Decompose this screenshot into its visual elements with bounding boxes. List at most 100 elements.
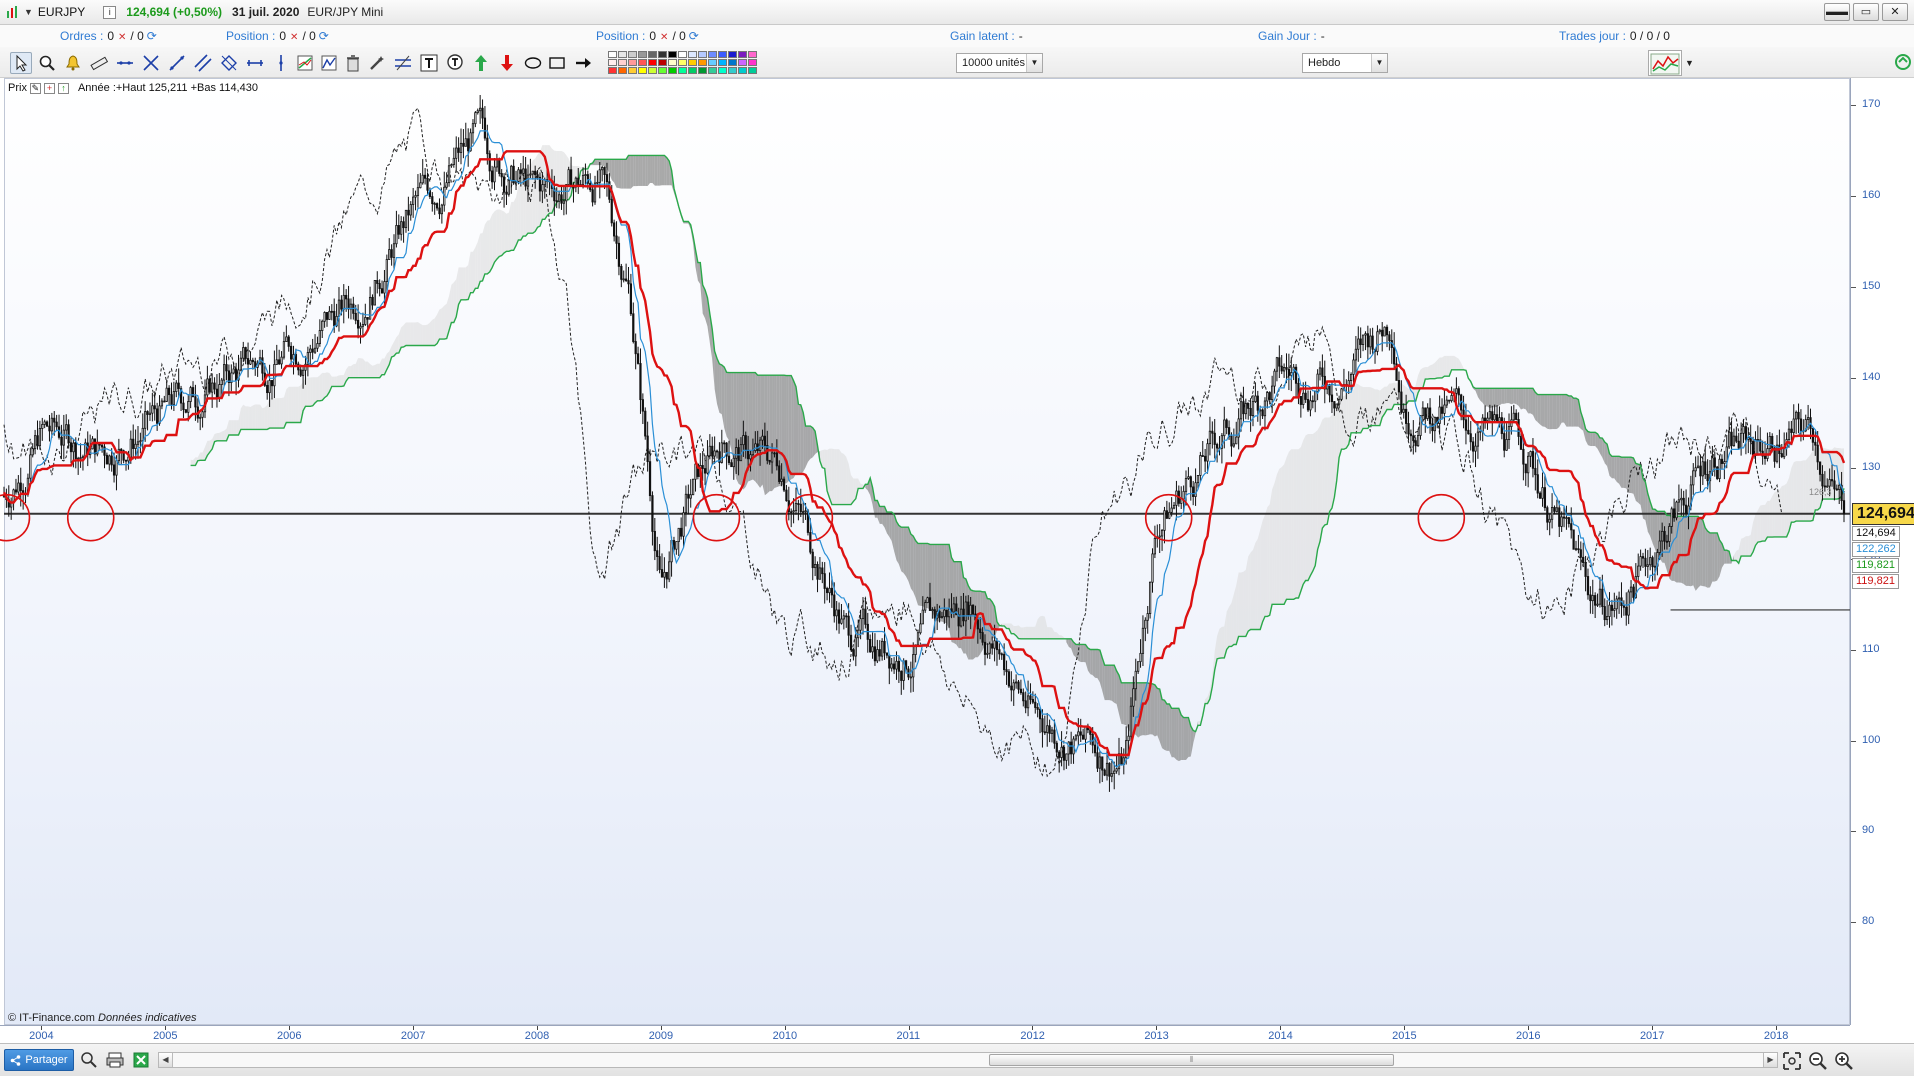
cloud-segment bbox=[769, 375, 773, 492]
candle-body bbox=[1158, 535, 1161, 538]
legend-indicator-icon[interactable]: ↑ bbox=[57, 82, 69, 94]
candle-body bbox=[1096, 752, 1099, 769]
candle-body bbox=[167, 387, 171, 396]
cloud-segment bbox=[197, 452, 201, 461]
date-axis-tick-label: 2009 bbox=[648, 1030, 674, 1042]
candle-body bbox=[69, 442, 73, 453]
candle-body bbox=[1601, 588, 1604, 607]
support-touch-circle[interactable] bbox=[66, 493, 115, 542]
candle-body bbox=[1610, 604, 1614, 611]
price-chart[interactable] bbox=[0, 0, 1850, 1025]
share-button[interactable]: Partager bbox=[4, 1049, 74, 1071]
candle-body bbox=[187, 401, 190, 413]
fit-zoom-icon[interactable] bbox=[1782, 1051, 1802, 1071]
panel-toggle-icon[interactable] bbox=[1893, 52, 1913, 72]
cloud-segment bbox=[1217, 628, 1220, 659]
legend-price-label[interactable]: Prix bbox=[8, 82, 27, 94]
spreadsheet-icon[interactable] bbox=[132, 1051, 150, 1069]
cloud-segment bbox=[240, 404, 244, 430]
cloud-segment bbox=[1035, 619, 1038, 639]
candle-body bbox=[218, 384, 221, 398]
chart-horizontal-scrollbar[interactable]: ◀ ⦀ ▶ bbox=[158, 1052, 1778, 1068]
legend-settings-icon[interactable]: ✎ bbox=[29, 82, 41, 94]
candle-body bbox=[1768, 435, 1771, 450]
date-axis-tick-label: 2018 bbox=[1763, 1030, 1789, 1042]
cloud-segment bbox=[1528, 388, 1531, 414]
candle-body bbox=[1816, 444, 1819, 463]
candle-body bbox=[1445, 399, 1448, 406]
candle-body bbox=[1409, 433, 1413, 437]
window-maximize-button[interactable]: ▭ bbox=[1853, 3, 1879, 21]
cloud-segment bbox=[1360, 386, 1364, 433]
candle-body bbox=[656, 550, 659, 557]
legend-add-icon[interactable]: + bbox=[43, 82, 55, 94]
candle-body bbox=[1062, 746, 1066, 761]
cloud-segment bbox=[1028, 626, 1031, 639]
scroll-thumb[interactable]: ⦀ bbox=[989, 1054, 1394, 1066]
candle-body bbox=[1247, 403, 1250, 409]
cloud-segment bbox=[1272, 483, 1275, 605]
cloud-segment bbox=[1025, 626, 1029, 639]
candle-body bbox=[998, 649, 1001, 655]
candle-body bbox=[1261, 409, 1264, 417]
cloud-segment bbox=[1298, 447, 1301, 599]
cloud-segment bbox=[520, 180, 524, 240]
candle-body bbox=[507, 179, 510, 195]
candle-body bbox=[1637, 565, 1640, 577]
candle-body bbox=[1306, 399, 1310, 411]
candle-body bbox=[794, 503, 798, 512]
cloud-segment bbox=[1080, 644, 1084, 663]
candle-body bbox=[1713, 457, 1716, 468]
cloud-segment bbox=[918, 543, 921, 606]
cloud-segment bbox=[1796, 461, 1799, 522]
candle-body bbox=[1668, 526, 1671, 542]
cloud-segment bbox=[295, 386, 299, 423]
candle-body bbox=[744, 435, 747, 451]
cloud-segment bbox=[1446, 355, 1450, 377]
candle-body bbox=[615, 235, 618, 244]
cloud-segment bbox=[1755, 510, 1758, 546]
candle-body bbox=[703, 468, 707, 474]
magnifier-settings-icon[interactable] bbox=[80, 1051, 98, 1069]
candle-body bbox=[840, 618, 843, 624]
cloud-segment bbox=[1236, 572, 1239, 645]
candle-body bbox=[1299, 395, 1302, 405]
scroll-left-arrow-icon[interactable]: ◀ bbox=[159, 1053, 173, 1067]
indicator-price-tag: 119,821 bbox=[1852, 557, 1899, 573]
cloud-segment bbox=[1351, 390, 1354, 433]
zoom-in-icon[interactable] bbox=[1834, 1051, 1854, 1071]
candle-body bbox=[962, 608, 965, 622]
candle-body bbox=[766, 445, 769, 461]
candle-body bbox=[1215, 444, 1219, 449]
candle-body bbox=[290, 345, 293, 360]
cloud-segment bbox=[365, 361, 368, 378]
candle-body bbox=[1625, 606, 1628, 616]
candle-body bbox=[1728, 431, 1731, 448]
cloud-segment bbox=[652, 155, 655, 186]
price-axis-tick-mark bbox=[1851, 831, 1856, 833]
scroll-right-arrow-icon[interactable]: ▶ bbox=[1763, 1053, 1777, 1067]
candle-body bbox=[782, 478, 786, 491]
support-touch-circle[interactable] bbox=[1417, 493, 1466, 542]
cloud-segment bbox=[1248, 552, 1251, 632]
candle-body bbox=[835, 609, 838, 617]
cloud-segment bbox=[355, 358, 359, 378]
candle-body bbox=[481, 107, 484, 119]
print-icon[interactable] bbox=[106, 1051, 124, 1069]
candle-body bbox=[1194, 482, 1197, 497]
cloud-segment bbox=[1540, 394, 1543, 427]
candle-body bbox=[1144, 619, 1147, 629]
cloud-segment bbox=[1250, 549, 1253, 630]
window-close-button[interactable]: ✕ bbox=[1882, 3, 1908, 21]
candle-body bbox=[1058, 751, 1061, 758]
zoom-out-icon[interactable] bbox=[1808, 1051, 1828, 1071]
candle-body bbox=[1263, 400, 1267, 417]
candle-body bbox=[1814, 441, 1817, 446]
candle-body bbox=[19, 482, 22, 492]
cloud-segment bbox=[1312, 432, 1316, 572]
cloud-segment bbox=[1513, 388, 1517, 405]
candle-body bbox=[1450, 395, 1453, 402]
support-touch-circle[interactable] bbox=[692, 493, 741, 542]
candle-body bbox=[1505, 438, 1508, 451]
cloud-segment bbox=[233, 420, 237, 436]
